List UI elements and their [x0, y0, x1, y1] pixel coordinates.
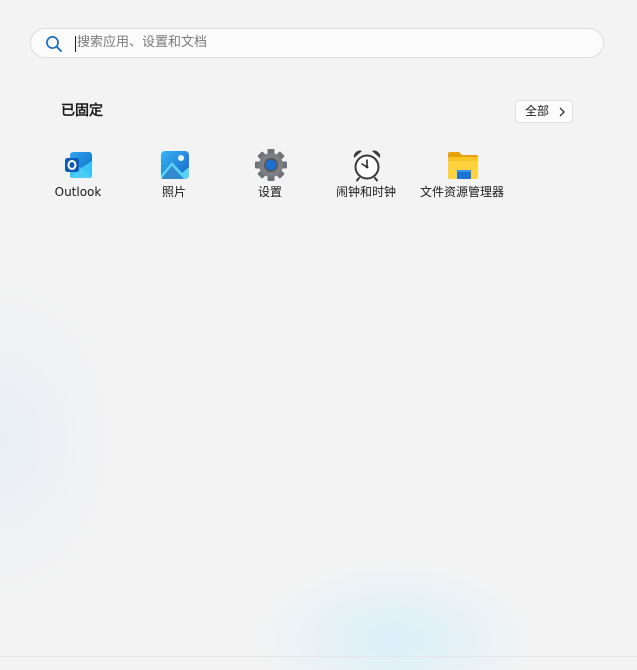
settings-gear-icon — [255, 149, 287, 181]
pinned-section-title: 已固定 — [61, 103, 103, 119]
chevron-right-icon — [559, 107, 565, 117]
pinned-app-label: 文件资源管理器 — [419, 185, 504, 199]
bottom-divider — [0, 656, 637, 657]
all-apps-label: 全部 — [525, 104, 550, 118]
pinned-app-outlook[interactable]: Outlook — [30, 146, 126, 206]
search-box[interactable]: 搜索应用、设置和文档 — [30, 28, 604, 58]
search-icon — [46, 36, 62, 52]
all-apps-button[interactable]: 全部 — [515, 100, 573, 123]
text-cursor — [75, 36, 76, 52]
search-input[interactable]: 搜索应用、设置和文档 — [77, 29, 207, 57]
pinned-app-alarms-clock[interactable]: 闹钟和时钟 — [318, 146, 414, 206]
pinned-app-settings[interactable]: 设置 — [222, 146, 318, 206]
pinned-app-photos[interactable]: 照片 — [126, 146, 222, 206]
photos-icon — [161, 151, 189, 179]
file-explorer-folder-icon — [448, 152, 478, 179]
outlook-icon — [65, 152, 92, 178]
alarm-clock-icon — [353, 150, 381, 182]
pinned-app-file-explorer[interactable]: 文件资源管理器 — [414, 146, 510, 206]
